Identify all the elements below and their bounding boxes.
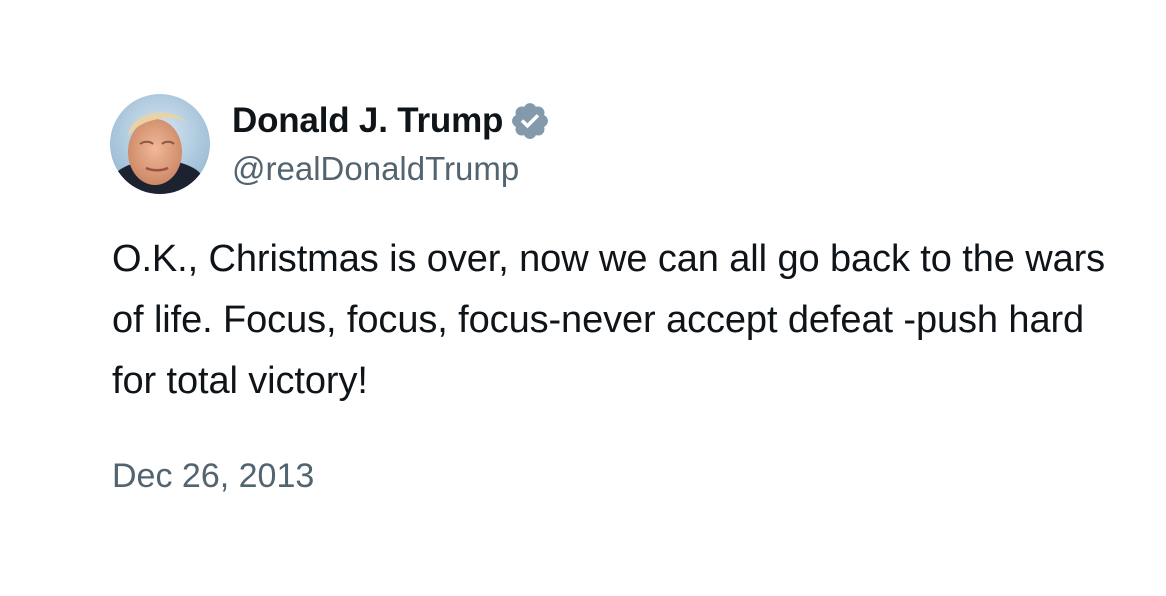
display-name[interactable]: Donald J. Trump: [232, 101, 503, 141]
verified-badge-icon: [509, 100, 551, 142]
avatar-image: [110, 94, 210, 194]
author-names: Donald J. Trump @realDonaldTrump: [232, 96, 551, 192]
name-row: Donald J. Trump: [232, 96, 551, 146]
tweet-timestamp[interactable]: Dec 26, 2013: [112, 452, 314, 500]
tweet-header: Donald J. Trump @realDonaldTrump: [110, 94, 551, 194]
tweet-card: Donald J. Trump @realDonaldTrump O.K., C…: [0, 0, 1166, 596]
author-handle[interactable]: @realDonaldTrump: [232, 146, 551, 192]
avatar[interactable]: [110, 94, 210, 194]
tweet-text: O.K., Christmas is over, now we can all …: [112, 238, 1106, 402]
